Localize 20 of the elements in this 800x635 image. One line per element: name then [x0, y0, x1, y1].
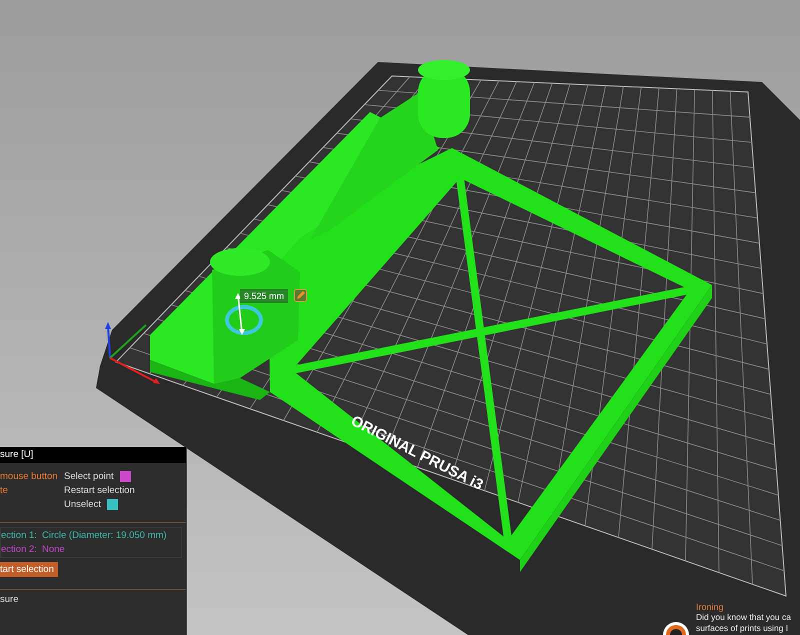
shortcut-key: te: [0, 485, 64, 496]
notification-text: surfaces of prints using I: [696, 623, 790, 634]
selection-ring: [225, 305, 263, 335]
pencil-icon[interactable]: [294, 289, 307, 302]
panel-footer-text: sure: [0, 594, 20, 605]
shortcut-key: mouse button: [0, 471, 64, 482]
selection-value: None: [42, 544, 65, 555]
selection-label: ection 1:: [1, 530, 37, 541]
selection-label: ection 2:: [1, 544, 37, 555]
shortcut-action: Select point: [64, 471, 114, 482]
restart-selection-button[interactable]: tart selection: [0, 562, 58, 577]
notification-text: Did you know that you ca: [696, 612, 791, 623]
dimension-arrow: [235, 293, 245, 335]
notification-title: Ironing: [696, 602, 725, 612]
selection-value: Circle (Diameter: 19.050 mm): [42, 530, 167, 541]
axes-icon: [105, 322, 160, 384]
shortcut-action: Restart selection: [64, 485, 135, 496]
shortcut-action: Unselect: [64, 499, 101, 510]
panel-title: sure [U]: [0, 447, 186, 463]
dimension-label: 9.525 mm: [240, 289, 288, 303]
